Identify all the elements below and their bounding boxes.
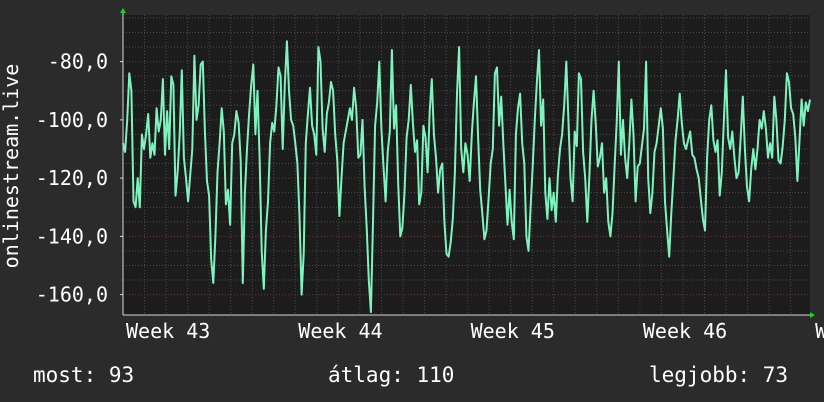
average-value-label: átlag: 110 bbox=[328, 363, 455, 387]
y-tick-label: -120,0 bbox=[36, 166, 108, 190]
line-chart: -80,0-100,0-120,0-140,0-160,0 Week 43 Wee… bbox=[0, 8, 824, 343]
x-tick-label: Week 43 bbox=[126, 319, 210, 343]
y-tick-label: -140,0 bbox=[36, 224, 108, 248]
y-tick-labels: -80,0 -100,0 -120,0 -140,0 -160,0 bbox=[36, 50, 108, 307]
current-value-label: most: 93 bbox=[33, 363, 135, 387]
chart-panel: -80,0 -100,0 -120,0 -140,0 -160,0 Week 43 Wee… bbox=[0, 0, 824, 402]
x-tick-label: Week 4 bbox=[815, 319, 824, 343]
x-axis-arrow-icon bbox=[810, 312, 815, 318]
y-tick-label: -100,0 bbox=[36, 108, 108, 132]
best-value-label: legjobb: 73 bbox=[649, 363, 789, 387]
y-axis-label: onlinestream.live bbox=[0, 64, 23, 269]
x-tick-label: Week 44 bbox=[298, 319, 382, 343]
x-tick-label: Week 46 bbox=[643, 319, 727, 343]
y-tick-label: -160,0 bbox=[36, 283, 108, 307]
x-tick-labels: Week 43 Week 44 Week 45 Week 46 Week 4 bbox=[126, 319, 824, 343]
y-axis-arrow-icon bbox=[120, 8, 126, 13]
y-tick-label: -80,0 bbox=[48, 50, 108, 74]
x-tick-label: Week 45 bbox=[471, 319, 555, 343]
